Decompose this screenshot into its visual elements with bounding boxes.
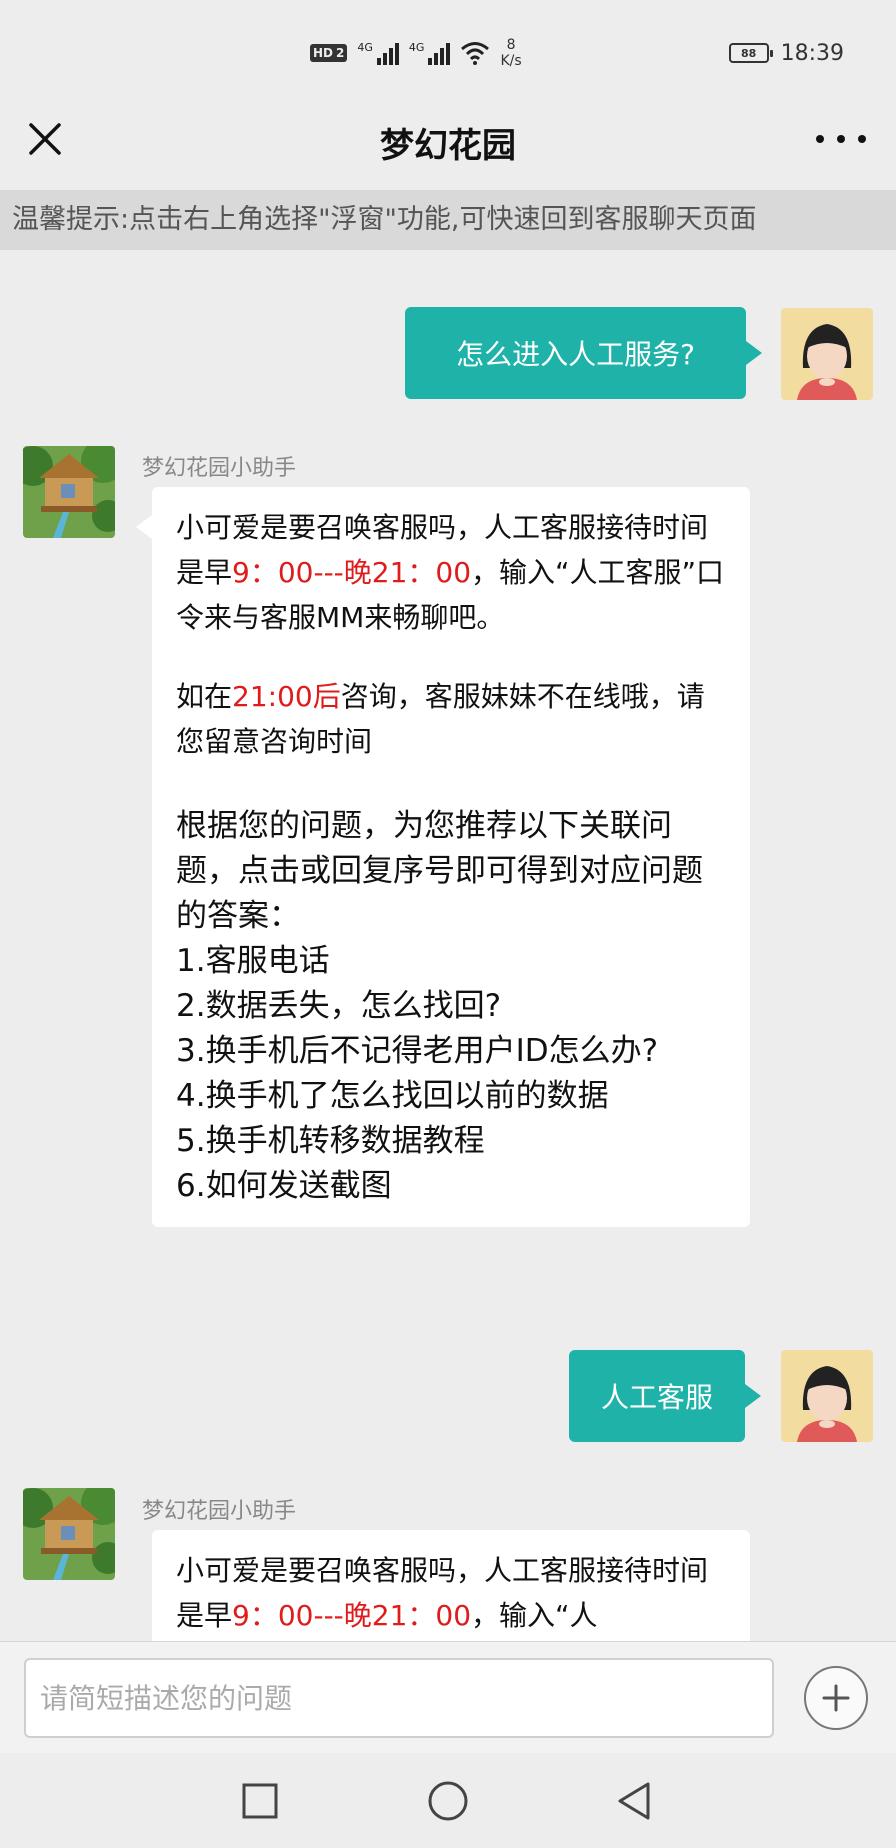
bot-sender-name: 梦幻花园小助手	[142, 456, 297, 481]
bot-message-bubble[interactable]: 小可爱是要召唤客服吗，人工客服接待时间是早9：00---晚21：00，输入“人工…	[136, 487, 750, 1227]
square-icon	[242, 1783, 278, 1819]
related-question-4[interactable]: 4.换手机了怎么找回以前的数据	[176, 1074, 726, 1119]
user-message-text: 怎么进入人工服务?	[456, 338, 695, 371]
user-avatar[interactable]	[781, 1350, 873, 1442]
user-message-bubble[interactable]: 怎么进入人工服务?	[405, 307, 762, 399]
back-button[interactable]	[608, 1775, 660, 1827]
bot-sender-name: 梦幻花园小助手	[142, 1499, 297, 1524]
related-questions-intro: 根据您的问题，为您推荐以下关联问题，点击或回复序号即可得到对应问题的答案：	[176, 808, 703, 934]
status-right: 88 18:39	[728, 38, 844, 68]
user-avatar[interactable]	[781, 308, 873, 400]
service-hours: 9：00---晚21：00	[232, 1599, 472, 1632]
offline-time: 21:00后	[232, 680, 341, 713]
bot-message-paragraph-1: 小可爱是要召唤客服吗，人工客服接待时间是早9：00---晚21：00，输入“人工…	[176, 505, 726, 640]
related-question-6[interactable]: 6.如何发送截图	[176, 1164, 726, 1209]
bot-avatar[interactable]	[23, 446, 115, 538]
related-question-1[interactable]: 1.客服电话	[176, 939, 726, 984]
title-bar: 梦幻花园	[0, 104, 896, 190]
related-question-3[interactable]: 3.换手机后不记得老用户ID怎么办?	[176, 1029, 726, 1074]
triangle-back-icon	[618, 1782, 650, 1820]
treehouse-avatar-icon	[23, 446, 115, 538]
page-title: 梦幻花园	[380, 126, 516, 166]
treehouse-avatar-icon	[23, 1488, 115, 1580]
message-composer	[0, 1641, 896, 1753]
related-question-2[interactable]: 2.数据丢失，怎么找回?	[176, 984, 726, 1029]
status-indicators: HD 2 4G 4G 8 K/s	[310, 36, 522, 70]
status-bar: HD 2 4G 4G 8 K/s 88 18:39	[0, 0, 896, 104]
hd-badge: HD 2	[310, 44, 348, 62]
message-input[interactable]	[24, 1658, 774, 1738]
tip-banner: 温馨提示:点击右上角选择"浮窗"功能,可快速回到客服聊天页面	[0, 190, 896, 250]
more-button[interactable]	[816, 124, 866, 154]
battery-icon: 88	[728, 43, 773, 63]
circle-icon	[428, 1781, 468, 1821]
wifi-icon	[461, 42, 490, 65]
user-message-bubble[interactable]: 人工客服	[569, 1350, 761, 1442]
girl-avatar-icon	[781, 1350, 873, 1442]
recent-apps-button[interactable]	[234, 1775, 286, 1827]
bot-avatar[interactable]	[23, 1488, 115, 1580]
related-question-5[interactable]: 5.换手机转移数据教程	[176, 1119, 726, 1164]
bot-message-paragraph-2: 如在21:00后咨询，客服妹妹不在线哦，请您留意咨询时间	[176, 674, 726, 764]
more-icon-dot	[837, 135, 845, 143]
network-1-label: 4G	[357, 41, 373, 54]
network-speed: 8 K/s	[500, 37, 521, 69]
speed-value: 8	[506, 37, 516, 53]
bot-message-paragraph-3: 根据您的问题，为您推荐以下关联问题，点击或回复序号即可得到对应问题的答案： 1.…	[176, 804, 726, 1209]
bot-message-bubble[interactable]: 小可爱是要召唤客服吗，人工客服接待时间是早9：00---晚21：00，输入“人	[152, 1530, 750, 1641]
speed-unit: K/s	[500, 53, 522, 69]
plus-icon	[822, 1684, 850, 1712]
signal-1-icon: 4G	[357, 41, 399, 65]
signal-2-icon: 4G	[409, 41, 451, 65]
service-hours: 9：00---晚21：00	[232, 556, 472, 589]
girl-avatar-icon	[781, 308, 873, 400]
more-icon-dot	[858, 135, 866, 143]
home-button[interactable]	[422, 1775, 474, 1827]
more-actions-button[interactable]	[804, 1666, 868, 1730]
user-message-text: 人工客服	[600, 1381, 713, 1414]
clock: 18:39	[780, 40, 844, 66]
sim-label: 2	[336, 46, 345, 60]
battery-level: 88	[740, 46, 757, 60]
text-segment: 如在	[176, 680, 233, 713]
hd-label: HD	[313, 46, 334, 60]
text-segment: ，输入“人	[471, 1599, 598, 1632]
more-icon	[816, 135, 824, 143]
system-nav-bar	[0, 1753, 896, 1848]
network-2-label: 4G	[408, 41, 425, 54]
